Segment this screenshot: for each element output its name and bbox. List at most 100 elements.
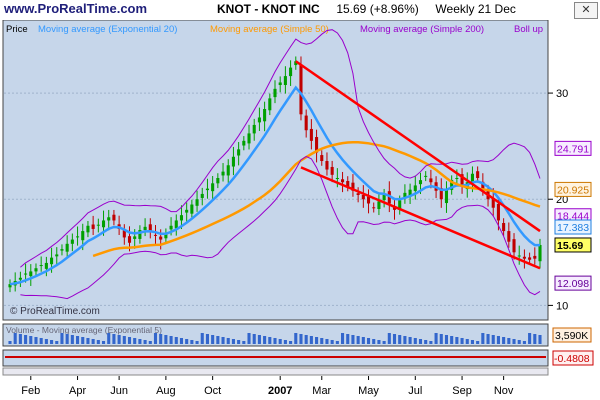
x-tick-label: May <box>358 385 379 397</box>
candle-body <box>70 239 74 244</box>
site-logo[interactable]: www.ProRealTime.com <box>4 1 147 16</box>
volume-bar <box>127 337 132 344</box>
volume-bar <box>205 334 209 344</box>
candle-body <box>200 193 204 198</box>
volume-bar <box>148 341 152 344</box>
volume-bar <box>29 336 33 344</box>
candle-body <box>507 231 511 242</box>
volume-bar <box>356 336 360 344</box>
candle-body <box>44 262 48 269</box>
candle-body <box>39 265 43 267</box>
candle-body <box>60 249 64 251</box>
x-axis: Feb Apr Jun Aug Oct 2007 Mar May Jul Sep Nov <box>21 376 514 397</box>
volume-bar <box>211 335 215 344</box>
volume-bar <box>460 338 464 344</box>
candle-body <box>242 140 246 146</box>
x-tick-label: Mar <box>312 385 331 397</box>
candle-body <box>96 224 100 226</box>
volume-bar <box>491 335 495 344</box>
volume-bar <box>24 335 28 344</box>
volume-bar <box>159 334 163 344</box>
candle-body <box>231 156 235 167</box>
candle-body <box>335 178 339 179</box>
candle-body <box>382 194 386 201</box>
candle-body <box>517 255 521 257</box>
volume-bar <box>185 339 189 344</box>
candle-body <box>455 178 459 179</box>
volume-bar <box>496 336 500 344</box>
x-tick-label: Feb <box>21 385 40 397</box>
volume-bar <box>65 334 69 344</box>
x-tick-label: Apr <box>69 385 86 397</box>
volume-value: 3,590K <box>555 330 588 342</box>
volume-bar <box>325 339 329 344</box>
volume-bar <box>8 341 12 344</box>
candle-body <box>205 188 209 191</box>
volume-bar <box>138 339 142 344</box>
candle-body <box>190 204 194 214</box>
candle-body <box>86 225 90 233</box>
volume-bar <box>76 336 80 344</box>
candle-body <box>101 220 106 228</box>
volume-bar <box>408 337 412 344</box>
candle-body <box>159 236 163 240</box>
x-tick-label: Oct <box>204 385 221 397</box>
candle-body <box>496 203 500 221</box>
candle-body <box>252 124 256 134</box>
x-tick-label: Aug <box>156 385 176 397</box>
x-tick-label: 2007 <box>268 385 292 397</box>
volume-bar <box>429 341 433 344</box>
volume-bar <box>366 338 371 344</box>
volume-bar <box>455 337 459 344</box>
chart-header: www.ProRealTime.com KNOT - KNOT INC 15.6… <box>0 0 600 20</box>
volume-bar <box>216 336 220 344</box>
volume-bar <box>434 333 438 344</box>
volume-bar <box>247 333 251 344</box>
watermark: © ProRealTime.com <box>10 306 100 317</box>
candle-body <box>50 257 54 265</box>
x-tick-label: Jul <box>408 385 422 397</box>
volume-bar <box>257 335 261 344</box>
volume-bar <box>450 336 454 344</box>
candle-body <box>153 234 158 236</box>
candle-body <box>309 128 313 141</box>
symbol-title: KNOT - KNOT INC <box>217 2 320 16</box>
volume-bar <box>372 339 376 344</box>
candle-body <box>143 226 147 231</box>
volume-bar <box>112 334 116 344</box>
volume-bar <box>55 341 59 344</box>
candle-body <box>377 201 381 209</box>
candle-body <box>29 271 33 277</box>
candle-body <box>133 236 137 239</box>
candle-body <box>174 220 178 229</box>
volume-bar <box>226 338 230 344</box>
volume-bar <box>403 336 407 344</box>
volume-bar <box>502 337 506 344</box>
candle-body <box>112 214 116 221</box>
x-tick-label: Nov <box>494 385 514 397</box>
candle-body <box>237 149 241 156</box>
volume-bar <box>522 341 526 344</box>
candle-body <box>91 224 95 229</box>
close-icon[interactable]: ✕ <box>574 2 598 19</box>
volume-bar <box>107 333 111 344</box>
legend-ema: Moving average (Exponential 20) <box>38 24 177 35</box>
value-label: 12.098 <box>557 278 589 290</box>
candle-body <box>533 255 537 259</box>
volume-bar <box>86 338 90 344</box>
volume-bar <box>294 333 298 344</box>
candle-body <box>528 257 532 260</box>
scroll-bar[interactable] <box>2 367 549 376</box>
volume-bar <box>50 340 54 344</box>
volume-bar <box>39 338 43 344</box>
period-label: Weekly <box>435 2 475 16</box>
volume-bar <box>335 341 339 344</box>
volume-bar <box>117 335 121 344</box>
candle-body <box>24 273 28 275</box>
candle-body <box>185 209 189 213</box>
volume-bar <box>273 338 277 344</box>
candle-body <box>413 185 417 191</box>
volume-bar <box>517 340 521 344</box>
candle-body <box>325 161 329 170</box>
candle-body <box>512 239 516 253</box>
